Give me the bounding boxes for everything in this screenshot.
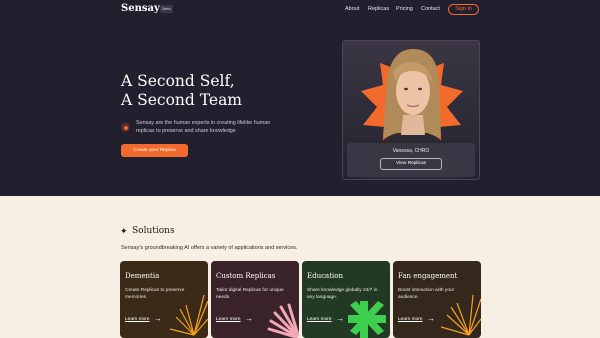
neck-shape [401, 115, 425, 135]
learn-more-link[interactable]: Learn more [398, 317, 423, 322]
sparkle-icon: ✦ [120, 226, 128, 236]
solutions-title: Solutions [132, 226, 175, 236]
headline-line-2: A Second Team [121, 91, 243, 109]
learn-more-link[interactable]: Learn more [216, 317, 241, 322]
hero-section: Sensay Beta About Replicas Pricing Conta… [0, 0, 600, 196]
replica-portrait-card: Vanessa, CHRO View Replicas [342, 40, 480, 180]
create-replica-button[interactable]: Create your Replica [121, 144, 188, 157]
nav-link-replicas[interactable]: Replicas [368, 6, 389, 12]
beta-badge: Beta [160, 5, 173, 13]
arrow-right-icon[interactable]: → [336, 314, 344, 323]
brand-dot-icon [121, 123, 130, 132]
solutions-subtitle: Sensay's groundbreaking AI offers a vari… [121, 245, 298, 251]
hero-description: Sensay are the human experts in creating… [136, 120, 271, 134]
learn-more-link[interactable]: Learn more [307, 317, 332, 322]
card-description: Share knowledge globally 24/7 in any lan… [307, 288, 378, 300]
logo[interactable]: Sensay [121, 3, 160, 14]
card-education[interactable]: Education Share knowledge globally 24/7 … [302, 261, 390, 338]
card-dementia[interactable]: Dementia Create Replicas to preserve mem… [120, 261, 208, 338]
arrow-right-icon[interactable]: → [427, 314, 435, 323]
nav-link-about[interactable]: About [345, 6, 359, 12]
arrow-right-icon[interactable]: → [245, 314, 253, 323]
card-custom-replicas[interactable]: Custom Replicas Tailor digital Replicas … [211, 261, 299, 338]
card-description: Create Replicas to preserve memories. [125, 288, 185, 300]
card-description: Tailor digital Replicas for unique needs… [216, 288, 284, 300]
card-fan-engagement[interactable]: Fan engagement Boost interaction with yo… [393, 261, 481, 338]
learn-more-link[interactable]: Learn more [125, 317, 150, 322]
nav-link-pricing[interactable]: Pricing [396, 6, 413, 12]
headline-line-1: A Second Self, [121, 72, 235, 90]
card-title: Dementia [125, 272, 160, 280]
replica-caption-panel: Vanessa, CHRO View Replicas [347, 143, 475, 177]
arrow-right-icon[interactable]: → [154, 314, 162, 323]
replica-name: Vanessa, CHRO [392, 148, 430, 154]
card-title: Education [307, 272, 343, 280]
sign-in-button[interactable]: Sign in [448, 4, 479, 15]
view-replicas-button[interactable]: View Replicas [380, 158, 442, 170]
hero-headline: A Second Self, A Second Team [121, 72, 242, 110]
card-title: Fan engagement [398, 272, 458, 280]
nav-link-contact[interactable]: Contact [421, 6, 440, 12]
card-title: Custom Replicas [216, 272, 276, 280]
top-navigation: Sensay Beta About Replicas Pricing Conta… [0, 0, 600, 20]
card-description: Boost interaction with your audience. [398, 288, 455, 300]
